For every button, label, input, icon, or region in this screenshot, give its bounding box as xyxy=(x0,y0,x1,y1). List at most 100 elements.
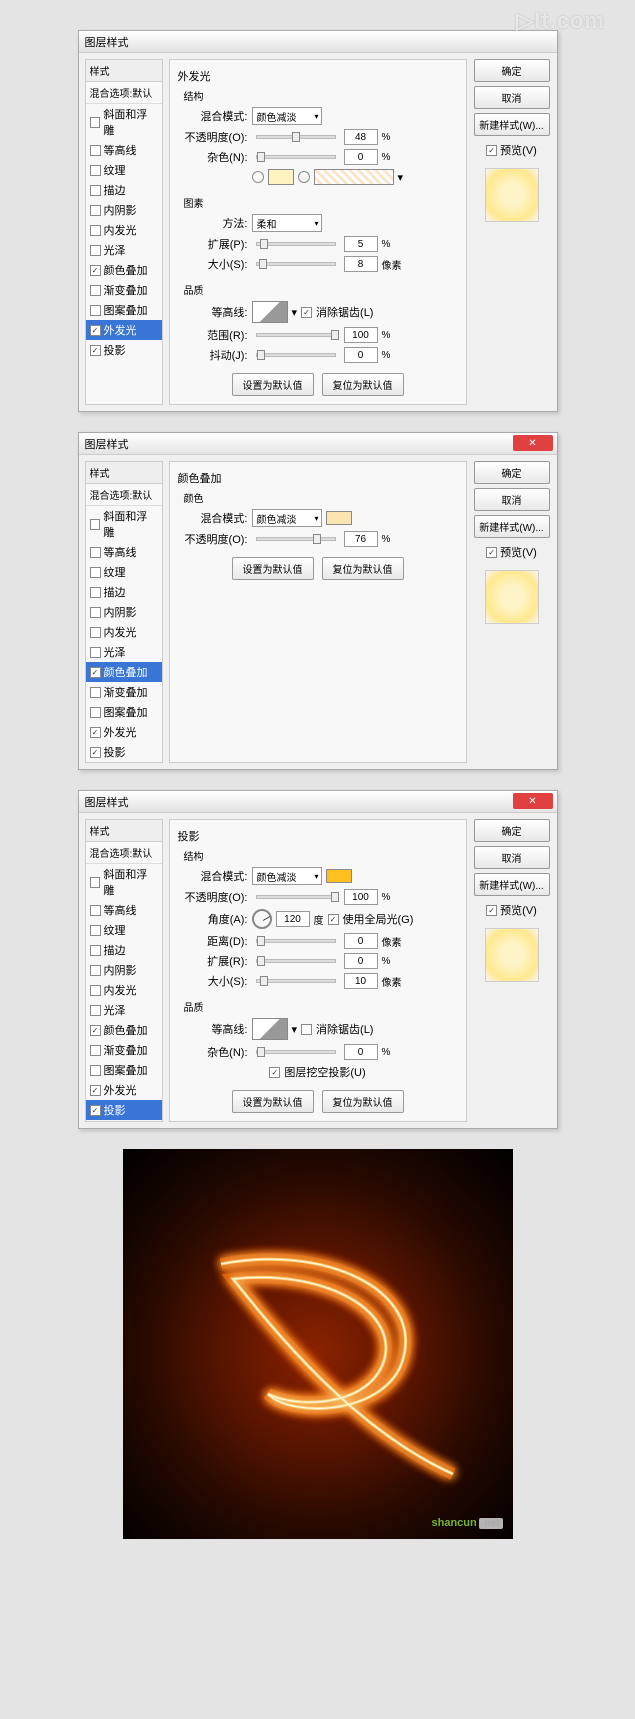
effect-checkbox[interactable] xyxy=(90,1105,101,1116)
effect-checkbox[interactable] xyxy=(90,667,101,678)
effect-item[interactable]: 纹理 xyxy=(86,562,162,582)
effect-item[interactable]: 斜面和浮雕 xyxy=(86,864,162,900)
effect-item[interactable]: 光泽 xyxy=(86,1000,162,1020)
size-slider[interactable] xyxy=(256,979,336,983)
blend-mode-select[interactable]: 颜色减淡 xyxy=(252,107,322,125)
distance-slider[interactable] xyxy=(256,939,336,943)
opacity-input[interactable] xyxy=(344,129,378,145)
opacity-slider[interactable] xyxy=(256,135,336,139)
chevron-down-icon[interactable]: ▾ xyxy=(292,306,298,319)
reset-default-button[interactable]: 复位为默认值 xyxy=(322,373,404,396)
effect-checkbox[interactable] xyxy=(90,925,101,936)
effect-checkbox[interactable] xyxy=(90,117,101,128)
overlay-color-swatch[interactable] xyxy=(326,511,352,525)
effect-checkbox[interactable] xyxy=(90,285,101,296)
effect-item[interactable]: 光泽 xyxy=(86,642,162,662)
effect-checkbox[interactable] xyxy=(90,687,101,698)
antialias-checkbox[interactable] xyxy=(301,1024,312,1035)
effect-checkbox[interactable] xyxy=(90,567,101,578)
effect-item[interactable]: 投影 xyxy=(86,742,162,762)
effect-checkbox[interactable] xyxy=(90,945,101,956)
effect-item[interactable]: 内阴影 xyxy=(86,200,162,220)
effect-checkbox[interactable] xyxy=(90,747,101,758)
opacity-input[interactable] xyxy=(344,889,378,905)
preview-checkbox[interactable] xyxy=(486,547,497,558)
effect-checkbox[interactable] xyxy=(90,245,101,256)
effect-checkbox[interactable] xyxy=(90,627,101,638)
effect-checkbox[interactable] xyxy=(90,1025,101,1036)
jitter-input[interactable] xyxy=(344,347,378,363)
effect-checkbox[interactable] xyxy=(90,547,101,558)
effect-item[interactable]: 投影 xyxy=(86,1100,162,1120)
size-slider[interactable] xyxy=(256,262,336,266)
effect-item[interactable]: 内发光 xyxy=(86,980,162,1000)
effect-item[interactable]: 内发光 xyxy=(86,622,162,642)
blend-mode-select[interactable]: 颜色减淡 xyxy=(252,867,322,885)
opacity-slider[interactable] xyxy=(256,537,336,541)
effect-checkbox[interactable] xyxy=(90,965,101,976)
effect-checkbox[interactable] xyxy=(90,1045,101,1056)
effect-item[interactable]: 斜面和浮雕 xyxy=(86,506,162,542)
effect-item[interactable]: 图案叠加 xyxy=(86,1060,162,1080)
spread-slider[interactable] xyxy=(256,959,336,963)
effect-checkbox[interactable] xyxy=(90,185,101,196)
reset-default-button[interactable]: 复位为默认值 xyxy=(322,557,404,580)
effect-checkbox[interactable] xyxy=(90,985,101,996)
noise-input[interactable] xyxy=(344,1044,378,1060)
effect-checkbox[interactable] xyxy=(90,727,101,738)
effect-checkbox[interactable] xyxy=(90,647,101,658)
effect-item[interactable]: 渐变叠加 xyxy=(86,682,162,702)
size-input[interactable] xyxy=(344,973,378,989)
titlebar[interactable]: 图层样式 xyxy=(79,31,557,53)
size-input[interactable] xyxy=(344,256,378,272)
new-style-button[interactable]: 新建样式(W)... xyxy=(474,113,550,136)
effect-item[interactable]: 描边 xyxy=(86,180,162,200)
global-light-checkbox[interactable] xyxy=(328,914,339,925)
effect-checkbox[interactable] xyxy=(90,1085,101,1096)
effect-checkbox[interactable] xyxy=(90,145,101,156)
effect-item[interactable]: 内阴影 xyxy=(86,602,162,622)
spread-input[interactable] xyxy=(344,236,378,252)
effect-item[interactable]: 描边 xyxy=(86,940,162,960)
angle-dial[interactable] xyxy=(252,909,272,929)
effect-checkbox[interactable] xyxy=(90,877,101,888)
opacity-slider[interactable] xyxy=(256,895,336,899)
effect-item[interactable]: 图案叠加 xyxy=(86,702,162,722)
blend-options[interactable]: 混合选项:默认 xyxy=(86,82,162,104)
effect-checkbox[interactable] xyxy=(90,345,101,356)
distance-input[interactable] xyxy=(344,933,378,949)
styles-header[interactable]: 样式 xyxy=(86,820,162,842)
effect-item[interactable]: 渐变叠加 xyxy=(86,280,162,300)
noise-slider[interactable] xyxy=(256,155,336,159)
set-default-button[interactable]: 设置为默认值 xyxy=(232,1090,314,1113)
styles-header[interactable]: 样式 xyxy=(86,60,162,82)
effect-item[interactable]: 外发光 xyxy=(86,722,162,742)
effect-checkbox[interactable] xyxy=(90,519,101,530)
noise-input[interactable] xyxy=(344,149,378,165)
titlebar[interactable]: 图层样式 ✕ xyxy=(79,433,557,455)
angle-input[interactable] xyxy=(276,911,310,927)
preview-checkbox[interactable] xyxy=(486,145,497,156)
ok-button[interactable]: 确定 xyxy=(474,461,550,484)
set-default-button[interactable]: 设置为默认值 xyxy=(232,557,314,580)
chevron-down-icon[interactable]: ▾ xyxy=(398,171,404,184)
range-slider[interactable] xyxy=(256,333,336,337)
cancel-button[interactable]: 取消 xyxy=(474,86,550,109)
gradient-radio[interactable] xyxy=(298,171,310,183)
effect-item[interactable]: 颜色叠加 xyxy=(86,260,162,280)
effect-item[interactable]: 颜色叠加 xyxy=(86,662,162,682)
color-radio[interactable] xyxy=(252,171,264,183)
new-style-button[interactable]: 新建样式(W)... xyxy=(474,515,550,538)
close-icon[interactable]: ✕ xyxy=(513,793,553,809)
blend-mode-select[interactable]: 颜色减淡 xyxy=(252,509,322,527)
preview-checkbox[interactable] xyxy=(486,905,497,916)
ok-button[interactable]: 确定 xyxy=(474,819,550,842)
antialias-checkbox[interactable] xyxy=(301,307,312,318)
effect-item[interactable]: 描边 xyxy=(86,582,162,602)
new-style-button[interactable]: 新建样式(W)... xyxy=(474,873,550,896)
blend-options[interactable]: 混合选项:默认 xyxy=(86,484,162,506)
color-swatch[interactable] xyxy=(268,169,294,185)
ok-button[interactable]: 确定 xyxy=(474,59,550,82)
range-input[interactable] xyxy=(344,327,378,343)
effect-checkbox[interactable] xyxy=(90,225,101,236)
